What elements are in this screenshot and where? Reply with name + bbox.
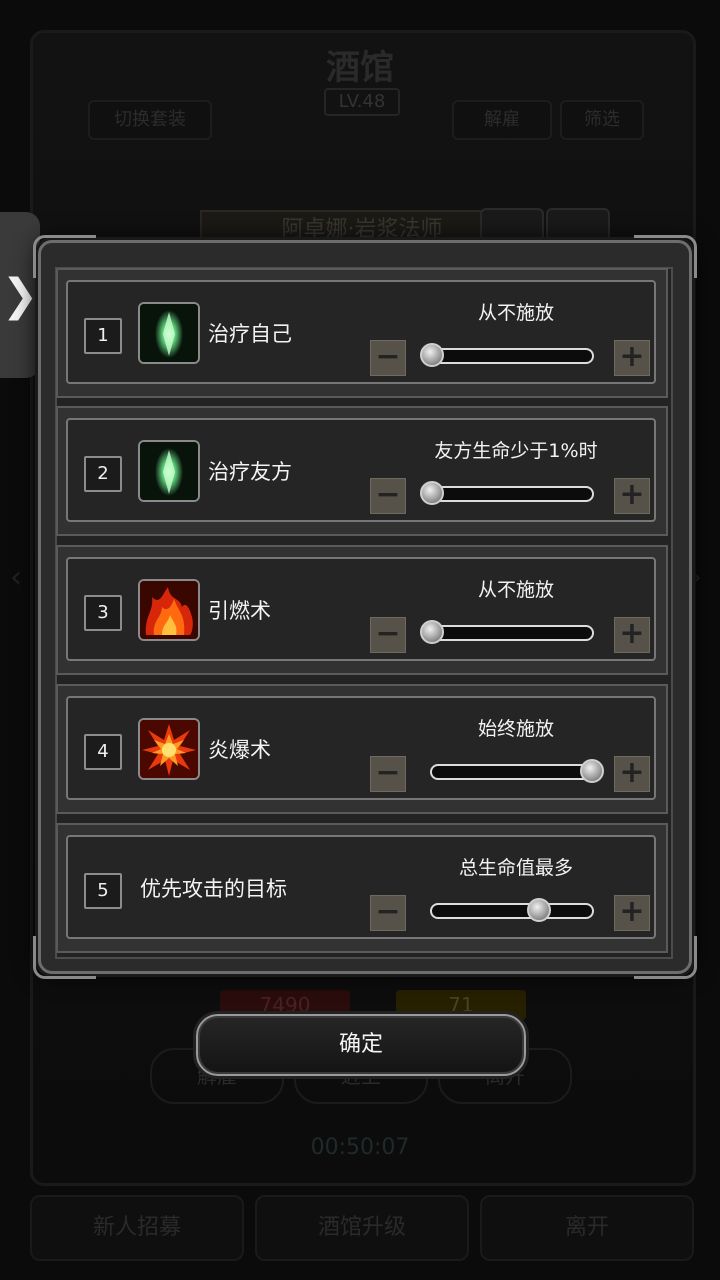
- green-crystal-icon: [138, 440, 200, 502]
- tavern-upgrade-button: 酒馆升级: [255, 1195, 469, 1261]
- increase-button[interactable]: +: [614, 756, 650, 792]
- tavern-title: 酒馆: [326, 48, 394, 88]
- slider-knob[interactable]: [420, 343, 444, 367]
- confirm-button[interactable]: 确定: [196, 1014, 526, 1076]
- increase-button[interactable]: +: [614, 617, 650, 653]
- cast-condition: 总生命值最多: [458, 857, 573, 879]
- increase-button[interactable]: +: [614, 895, 650, 931]
- dismiss-top-button: 解雇: [452, 100, 552, 140]
- skill-name: 优先攻击的目标: [140, 877, 287, 901]
- rule-number: 2: [84, 456, 122, 492]
- skill-name: 炎爆术: [208, 738, 271, 762]
- slider-knob[interactable]: [580, 759, 604, 783]
- condition-slider[interactable]: [420, 620, 594, 644]
- condition-slider[interactable]: [420, 343, 594, 367]
- skill-name: 治疗自己: [208, 322, 292, 346]
- rule-number: 1: [84, 318, 122, 354]
- rule-row: 2 治疗友方 友方生命少于1%时 − +: [56, 406, 668, 536]
- decrease-button[interactable]: −: [370, 340, 406, 376]
- recruit-button: 新人招募: [30, 1195, 244, 1261]
- cast-condition: 从不施放: [477, 579, 554, 601]
- rule-number: 4: [84, 734, 122, 770]
- rule-row: 3 引燃术 从不施放 − +: [56, 545, 668, 675]
- decrease-button[interactable]: −: [370, 617, 406, 653]
- leave-button: 离开: [480, 1195, 694, 1261]
- decrease-button[interactable]: −: [370, 895, 406, 931]
- increase-button[interactable]: +: [614, 478, 650, 514]
- rule-row: 4 炎爆术 始终施放 − +: [56, 684, 668, 814]
- rule-number: 3: [84, 595, 122, 631]
- skill-name: 引燃术: [208, 599, 271, 623]
- slider-knob[interactable]: [527, 898, 552, 922]
- cast-condition: 从不施放: [477, 302, 554, 324]
- cast-condition: 始终施放: [477, 718, 554, 740]
- fire-icon: [138, 579, 200, 641]
- side-panel-toggle[interactable]: ❯: [0, 212, 40, 378]
- slider-knob[interactable]: [420, 620, 444, 644]
- rule-row: 1 治疗自己 从不施放 − +: [56, 268, 668, 398]
- condition-slider[interactable]: [420, 481, 594, 505]
- filter-button: 筛选: [560, 100, 644, 140]
- decrease-button[interactable]: −: [370, 756, 406, 792]
- green-crystal-icon: [138, 302, 200, 364]
- decrease-button[interactable]: −: [370, 478, 406, 514]
- slider-knob[interactable]: [420, 481, 444, 505]
- timer: 00:50:07: [310, 1135, 410, 1160]
- cast-condition: 友方生命少于1%时: [434, 440, 598, 462]
- condition-slider[interactable]: [430, 898, 594, 922]
- prev-hero-arrow-icon: ‹: [10, 560, 22, 595]
- increase-button[interactable]: +: [614, 340, 650, 376]
- rule-number: 5: [84, 873, 122, 909]
- condition-slider[interactable]: [430, 759, 604, 783]
- skill-name: 治疗友方: [208, 460, 292, 484]
- rule-row: 5 优先攻击的目标 总生命值最多 − +: [56, 823, 668, 953]
- explosion-icon: [138, 718, 200, 780]
- switch-outfit-button: 切换套装: [88, 100, 212, 140]
- tavern-level: LV.48: [324, 88, 400, 116]
